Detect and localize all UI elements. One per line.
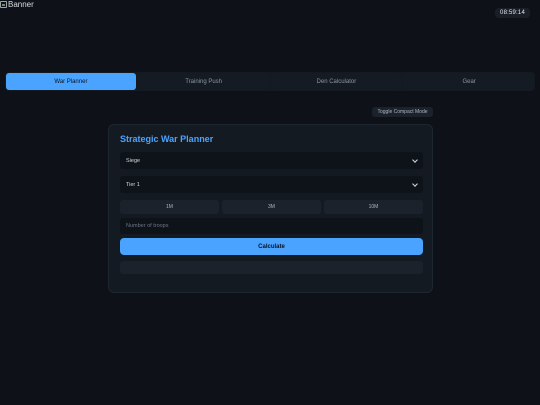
tab-gear[interactable]: Gear: [404, 73, 534, 90]
preset-3m-button[interactable]: 3M: [222, 200, 321, 214]
tab-bar: War Planner Training Push Den Calculator…: [5, 72, 535, 91]
chevron-down-icon: [412, 156, 418, 163]
clock: 08:59:14: [495, 8, 530, 18]
toggle-compact-mode-button[interactable]: Toggle Compact Mode: [372, 107, 433, 117]
troops-input[interactable]: [120, 218, 423, 234]
calculate-button[interactable]: Calculate: [120, 238, 423, 255]
tab-den-calculator[interactable]: Den Calculator: [271, 73, 402, 90]
tab-war-planner[interactable]: War Planner: [6, 73, 136, 90]
unit-type-value: Siege: [126, 157, 141, 164]
unit-type-select[interactable]: Siege: [120, 152, 423, 169]
banner-image: Banner: [0, 0, 34, 9]
result-output: [120, 261, 423, 274]
tier-select[interactable]: Tier 1: [120, 176, 423, 193]
preset-1m-button[interactable]: 1M: [120, 200, 219, 214]
chevron-down-icon: [412, 180, 418, 187]
banner-alt-text: Banner: [8, 0, 34, 9]
preset-10m-button[interactable]: 10M: [324, 200, 423, 214]
troop-preset-group: 1M 3M 10M: [120, 200, 423, 214]
broken-image-icon: [0, 1, 7, 8]
planner-title: Strategic War Planner: [120, 134, 214, 144]
tab-training-push[interactable]: Training Push: [138, 73, 269, 90]
tier-value: Tier 1: [126, 181, 140, 188]
war-planner-card: Strategic War Planner Siege Tier 1 1M 3M…: [108, 124, 433, 293]
